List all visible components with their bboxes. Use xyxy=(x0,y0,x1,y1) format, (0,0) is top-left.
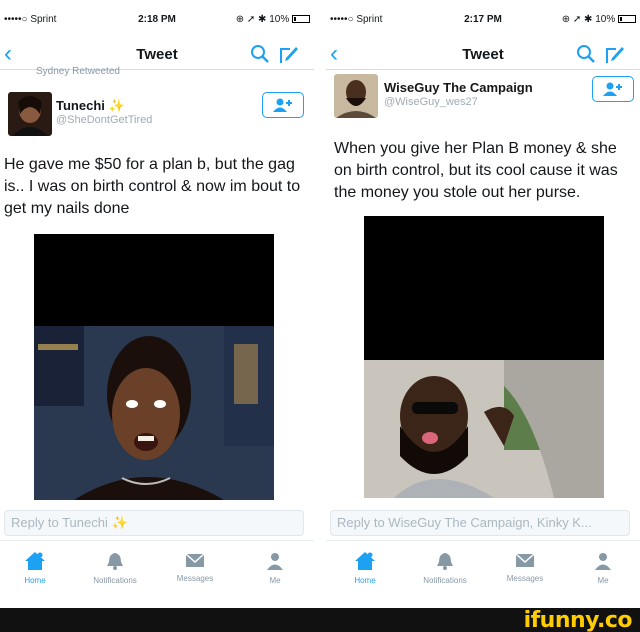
reply-input[interactable]: Reply to WiseGuy The Campaign, Kinky K..… xyxy=(330,510,630,536)
tab-me[interactable]: Me xyxy=(568,551,638,585)
tab-notifications[interactable]: Notifications xyxy=(80,551,150,585)
right-screenshot: •••••○ Sprint 2:17 PM ⊕ ➚ ✱ 10% ‹ Tweet … xyxy=(326,0,640,608)
battery-icon xyxy=(618,15,636,24)
tweet-media[interactable] xyxy=(34,234,274,500)
envelope-icon xyxy=(185,553,205,567)
bell-icon xyxy=(107,553,123,570)
tweet-text: He gave me $50 for a plan b, but the gag… xyxy=(4,156,301,217)
left-screenshot: •••••○ Sprint 2:18 PM ⊕ ➚ ✱ 10% ‹ Tweet … xyxy=(0,0,314,608)
avatar[interactable] xyxy=(8,92,52,136)
tab-home[interactable]: Home xyxy=(0,551,70,585)
tab-label: Me xyxy=(597,576,609,585)
bell-icon xyxy=(437,553,453,570)
user-handle[interactable]: @WiseGuy_wes27 xyxy=(384,96,478,108)
follow-button[interactable] xyxy=(262,92,304,118)
man-selfie-image xyxy=(364,216,604,498)
home-icon xyxy=(355,552,375,570)
avatar[interactable] xyxy=(334,74,378,118)
user-name[interactable]: WiseGuy The Campaign xyxy=(384,80,533,95)
user-handle[interactable]: @SheDontGetTired xyxy=(56,114,152,126)
search-icon[interactable] xyxy=(576,44,596,64)
person-icon xyxy=(267,553,283,570)
battery-status: ⊕ ➚ ✱ 10% xyxy=(562,14,636,25)
tab-label: Notifications xyxy=(93,576,137,585)
tab-label: Home xyxy=(24,576,46,585)
reply-input[interactable]: Reply to Tunechi ✨ xyxy=(4,510,304,536)
tab-bar: Home Notifications Messages Me xyxy=(0,540,314,600)
envelope-icon xyxy=(515,553,535,567)
tab-home[interactable]: Home xyxy=(330,551,400,585)
add-user-icon xyxy=(603,82,622,96)
compose-icon[interactable] xyxy=(604,44,626,66)
status-bar: •••••○ Sprint 2:18 PM ⊕ ➚ ✱ 10% xyxy=(0,14,314,36)
tab-label: Home xyxy=(354,576,376,585)
tweet-text: When you give her Plan B money & she on … xyxy=(334,140,618,201)
tab-messages[interactable]: Messages xyxy=(160,551,230,583)
tab-notifications[interactable]: Notifications xyxy=(410,551,480,585)
battery-status: ⊕ ➚ ✱ 10% xyxy=(236,14,310,25)
tab-label: Me xyxy=(269,576,281,585)
search-icon[interactable] xyxy=(250,44,270,64)
ifunny-logo: ifunny.co xyxy=(523,608,633,632)
follow-button[interactable] xyxy=(592,76,634,102)
person-icon xyxy=(595,553,611,570)
tab-messages[interactable]: Messages xyxy=(490,551,560,583)
tab-me[interactable]: Me xyxy=(240,551,310,585)
add-user-icon xyxy=(273,98,292,112)
nav-bar: ‹ Tweet xyxy=(326,40,640,70)
watermark-bar: ifunny.co xyxy=(0,608,640,632)
tab-label: Notifications xyxy=(423,576,467,585)
tab-label: Messages xyxy=(176,574,214,583)
battery-icon xyxy=(292,15,310,24)
retweeted-label: Sydney Retweeted xyxy=(36,66,120,77)
status-bar: •••••○ Sprint 2:17 PM ⊕ ➚ ✱ 10% xyxy=(326,14,640,36)
tab-bar: Home Notifications Messages Me xyxy=(326,540,640,600)
woman-reaction-image xyxy=(34,234,274,500)
tweet-media[interactable] xyxy=(364,216,604,498)
tab-label: Messages xyxy=(506,574,544,583)
home-icon xyxy=(25,552,45,570)
compose-icon[interactable] xyxy=(278,44,300,66)
user-name[interactable]: Tunechi ✨ xyxy=(56,98,125,114)
